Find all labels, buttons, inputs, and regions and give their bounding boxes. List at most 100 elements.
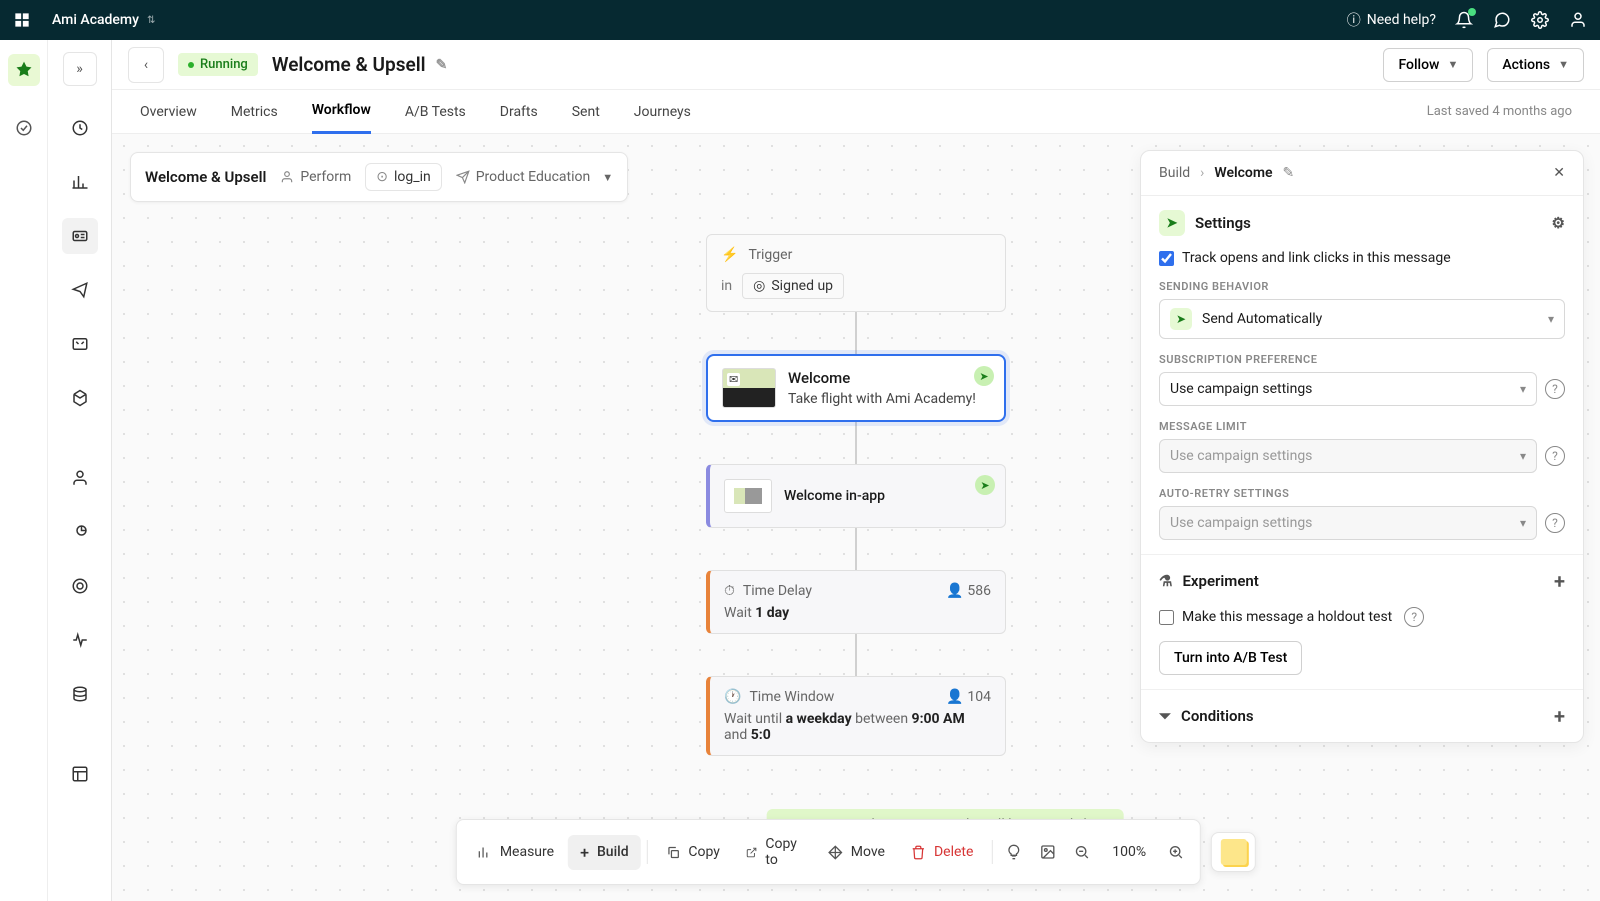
tab-journeys[interactable]: Journeys	[634, 90, 691, 134]
edit-icon[interactable]: ✎	[1283, 165, 1295, 181]
tab-metrics[interactable]: Metrics	[231, 90, 278, 134]
tab-sent[interactable]: Sent	[572, 90, 600, 134]
track-opens-checkbox[interactable]: Track opens and link clicks in this mess…	[1159, 250, 1565, 266]
measure-mode-button[interactable]: Measure	[465, 836, 566, 868]
workspace-name: Ami Academy	[52, 12, 139, 28]
trigger-event-chip[interactable]: ⊙log_in	[365, 163, 441, 191]
actions-button[interactable]: Actions ▼	[1487, 48, 1584, 82]
topbar: Ami Academy ⇅ ⓘ Need help?	[0, 0, 1600, 40]
tips-button[interactable]	[998, 836, 1030, 868]
tab-abtests[interactable]: A/B Tests	[405, 90, 466, 134]
zoom-level[interactable]: 100%	[1100, 836, 1158, 868]
profile-button[interactable]	[1568, 10, 1588, 30]
people-icon: 👤	[946, 583, 963, 599]
follow-button[interactable]: Follow ▼	[1383, 48, 1473, 82]
node-trigger[interactable]: ⚡Trigger in◎Signed up	[706, 234, 1006, 312]
subscription-select[interactable]: Use campaign settings▾	[1159, 372, 1537, 406]
workflow-canvas[interactable]: Welcome & Upsell Perform ⊙log_in Product…	[112, 134, 1600, 901]
chevron-down-icon: ▼	[1558, 58, 1569, 71]
copy-to-button[interactable]: Copy to	[734, 828, 814, 876]
status-badge: Running	[178, 53, 258, 76]
email-thumbnail	[722, 368, 776, 408]
page-header: ‹ Running Welcome & Upsell ✎ Follow ▼ Ac…	[112, 40, 1600, 90]
help-icon[interactable]: ?	[1545, 379, 1565, 399]
tab-workflow[interactable]: Workflow	[312, 90, 371, 134]
panel-breadcrumb[interactable]: Build	[1159, 165, 1190, 181]
node-welcome-inapp[interactable]: Welcome in-app ➤	[706, 464, 1006, 528]
flask-icon: ⚗	[1159, 572, 1172, 590]
copy-button[interactable]: Copy	[653, 836, 732, 868]
settings-button[interactable]	[1530, 10, 1550, 30]
canvas-toolbar: Welcome & Upsell Perform ⊙log_in Product…	[130, 152, 628, 202]
trigger-icon: ⚡	[721, 247, 738, 263]
people-icon: 👤	[946, 689, 963, 705]
build-mode-button[interactable]: +Build	[568, 835, 641, 870]
nav-transactional[interactable]	[62, 326, 98, 362]
move-button[interactable]: Move	[816, 836, 897, 868]
canvas-footer: Measure +Build Copy Copy to Move Delete …	[456, 819, 1256, 885]
nav-broadcasts[interactable]	[62, 272, 98, 308]
nav-campaigns[interactable]	[62, 218, 98, 254]
tab-drafts[interactable]: Drafts	[500, 90, 538, 134]
send-auto-icon: ➤	[975, 475, 995, 495]
nav-content[interactable]	[62, 756, 98, 792]
help-link[interactable]: ⓘ Need help?	[1347, 10, 1436, 30]
last-saved: Last saved 4 months ago	[1427, 104, 1572, 119]
nav-analytics[interactable]	[62, 164, 98, 200]
nav-people[interactable]	[62, 460, 98, 496]
timer-icon: ⏱	[724, 583, 735, 599]
workspace-switcher[interactable]: Ami Academy ⇅	[52, 12, 155, 28]
message-limit-select[interactable]: Use campaign settings▾	[1159, 439, 1537, 473]
close-panel-button[interactable]: ✕	[1553, 165, 1565, 181]
nav-data[interactable]	[62, 676, 98, 712]
help-icon[interactable]: ?	[1545, 446, 1565, 466]
help-icon[interactable]: ?	[1545, 513, 1565, 533]
perform-label: Perform	[280, 169, 351, 185]
sending-behavior-select[interactable]: ➤Send Automatically▾	[1159, 299, 1565, 339]
workflow-name: Welcome & Upsell	[145, 168, 266, 186]
tabs: Overview Metrics Workflow A/B Tests Draf…	[112, 90, 1600, 134]
chat-button[interactable]	[1492, 10, 1512, 30]
edit-title-icon[interactable]: ✎	[436, 57, 448, 73]
tab-overview[interactable]: Overview	[140, 90, 197, 134]
holdout-checkbox[interactable]: Make this message a holdout test?	[1159, 607, 1565, 627]
turn-into-ab-button[interactable]: Turn into A/B Test	[1159, 641, 1302, 675]
collapse-nav-button[interactable]: »	[63, 52, 97, 86]
inapp-thumbnail	[724, 479, 772, 513]
add-icon[interactable]: +	[1554, 569, 1565, 593]
send-icon: ➤	[1159, 210, 1185, 236]
zoom-out-button[interactable]	[1066, 836, 1098, 868]
notifications-button[interactable]	[1454, 10, 1474, 30]
nav-deliveries[interactable]	[62, 380, 98, 416]
back-button[interactable]: ‹	[128, 47, 164, 83]
calendar-icon: 🕐	[724, 689, 741, 705]
minimap-button[interactable]	[1032, 836, 1064, 868]
node-welcome-email[interactable]: Welcome Take flight with Ami Academy! ➤	[706, 354, 1006, 422]
segment-pill: ◎Signed up	[742, 273, 844, 299]
nav-rail: »	[48, 40, 112, 901]
auto-retry-select[interactable]: Use campaign settings▾	[1159, 506, 1537, 540]
node-time-window[interactable]: 🕐Time Window 👤104 Wait until a weekday b…	[706, 676, 1006, 756]
nav-pulse[interactable]	[62, 622, 98, 658]
chevron-down-icon: ▼	[1447, 58, 1458, 71]
node-time-delay[interactable]: ⏱Time Delay 👤586 Wait 1 day	[706, 570, 1006, 634]
zoom-in-button[interactable]	[1160, 836, 1192, 868]
nav-dashboard[interactable]	[62, 110, 98, 146]
product-pipelines[interactable]	[8, 112, 40, 144]
nav-activity[interactable]	[62, 568, 98, 604]
sliders-icon[interactable]: ⚙	[1552, 214, 1565, 232]
panel-title: Welcome	[1214, 165, 1272, 181]
segment-chip[interactable]: Product Education▼	[456, 169, 613, 185]
page-title: Welcome & Upsell ✎	[272, 53, 448, 76]
chevron-updown-icon: ⇅	[147, 15, 155, 26]
help-icon: ⓘ	[1347, 10, 1361, 30]
app-logo[interactable]	[12, 9, 34, 31]
product-journeys[interactable]	[8, 54, 40, 86]
filter-icon: ⏷	[1159, 707, 1171, 725]
send-auto-icon: ➤	[974, 366, 994, 386]
sticky-notes-button[interactable]	[1211, 832, 1256, 872]
nav-segments[interactable]	[62, 514, 98, 550]
add-icon[interactable]: +	[1554, 704, 1565, 728]
details-panel: Build › Welcome ✎ ✕ ➤Settings⚙ Track ope…	[1140, 150, 1584, 743]
delete-button[interactable]: Delete	[899, 836, 985, 868]
